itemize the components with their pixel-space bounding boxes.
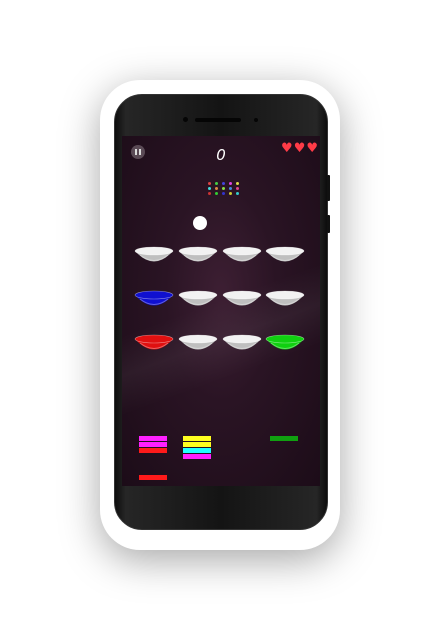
bowl[interactable]: [222, 246, 262, 266]
color-dot: [208, 187, 211, 190]
bowl-rim: [134, 246, 174, 256]
color-dot: [229, 182, 232, 185]
stack-middle-bar: [183, 442, 211, 447]
power-button: [327, 215, 330, 233]
volume-button: [327, 175, 330, 201]
bowl[interactable]: [134, 290, 174, 310]
bowl[interactable]: [178, 290, 218, 310]
game-screen[interactable]: 0 ♥ ♥ ♥: [122, 136, 320, 486]
lives-hearts: ♥ ♥ ♥: [281, 142, 318, 156]
color-dot: [236, 192, 239, 195]
color-dot: [215, 182, 218, 185]
stack-left-bar: [139, 448, 167, 453]
stack-middle-bar: [183, 454, 211, 459]
bowl-rim: [222, 290, 262, 300]
bowl-rim: [265, 290, 305, 300]
heart-icon: ♥: [306, 141, 318, 156]
color-dot: [229, 187, 232, 190]
stack-bottom-bar: [139, 475, 167, 480]
color-dot: [215, 192, 218, 195]
stack-middle-bar: [183, 436, 211, 441]
bowl-rim: [178, 334, 218, 344]
bowl-rim: [134, 334, 174, 344]
color-dot: [215, 187, 218, 190]
bowl-rim: [222, 334, 262, 344]
stack-left-bar: [139, 436, 167, 441]
heart-icon: ♥: [293, 141, 306, 156]
color-dot-grid: [208, 182, 240, 195]
bowl-rim: [222, 246, 262, 256]
white-ball[interactable]: [193, 216, 207, 230]
front-camera: [183, 117, 188, 122]
bowl[interactable]: [178, 246, 218, 266]
speaker: [195, 118, 241, 122]
bowl[interactable]: [265, 246, 305, 266]
bowl[interactable]: [134, 246, 174, 266]
color-dot: [208, 192, 211, 195]
bowl-rim: [134, 290, 174, 300]
bowl-rim: [265, 246, 305, 256]
sensor: [254, 118, 258, 122]
bowl[interactable]: [265, 334, 305, 354]
stack-middle-bar: [183, 448, 211, 453]
bowl[interactable]: [222, 290, 262, 310]
color-dot: [236, 182, 239, 185]
bowl-rim: [265, 334, 305, 344]
color-dot: [208, 182, 211, 185]
color-dot: [222, 187, 225, 190]
bowl[interactable]: [222, 334, 262, 354]
bowl[interactable]: [265, 290, 305, 310]
color-dot: [229, 192, 232, 195]
color-dot: [222, 182, 225, 185]
stack-left-bar: [139, 442, 167, 447]
stack-right-bar: [270, 436, 298, 441]
bowl-rim: [178, 290, 218, 300]
color-dot: [236, 187, 239, 190]
bowl[interactable]: [134, 334, 174, 354]
color-dot: [222, 192, 225, 195]
bowl-rim: [178, 246, 218, 256]
bowl[interactable]: [178, 334, 218, 354]
heart-icon: ♥: [281, 141, 293, 156]
